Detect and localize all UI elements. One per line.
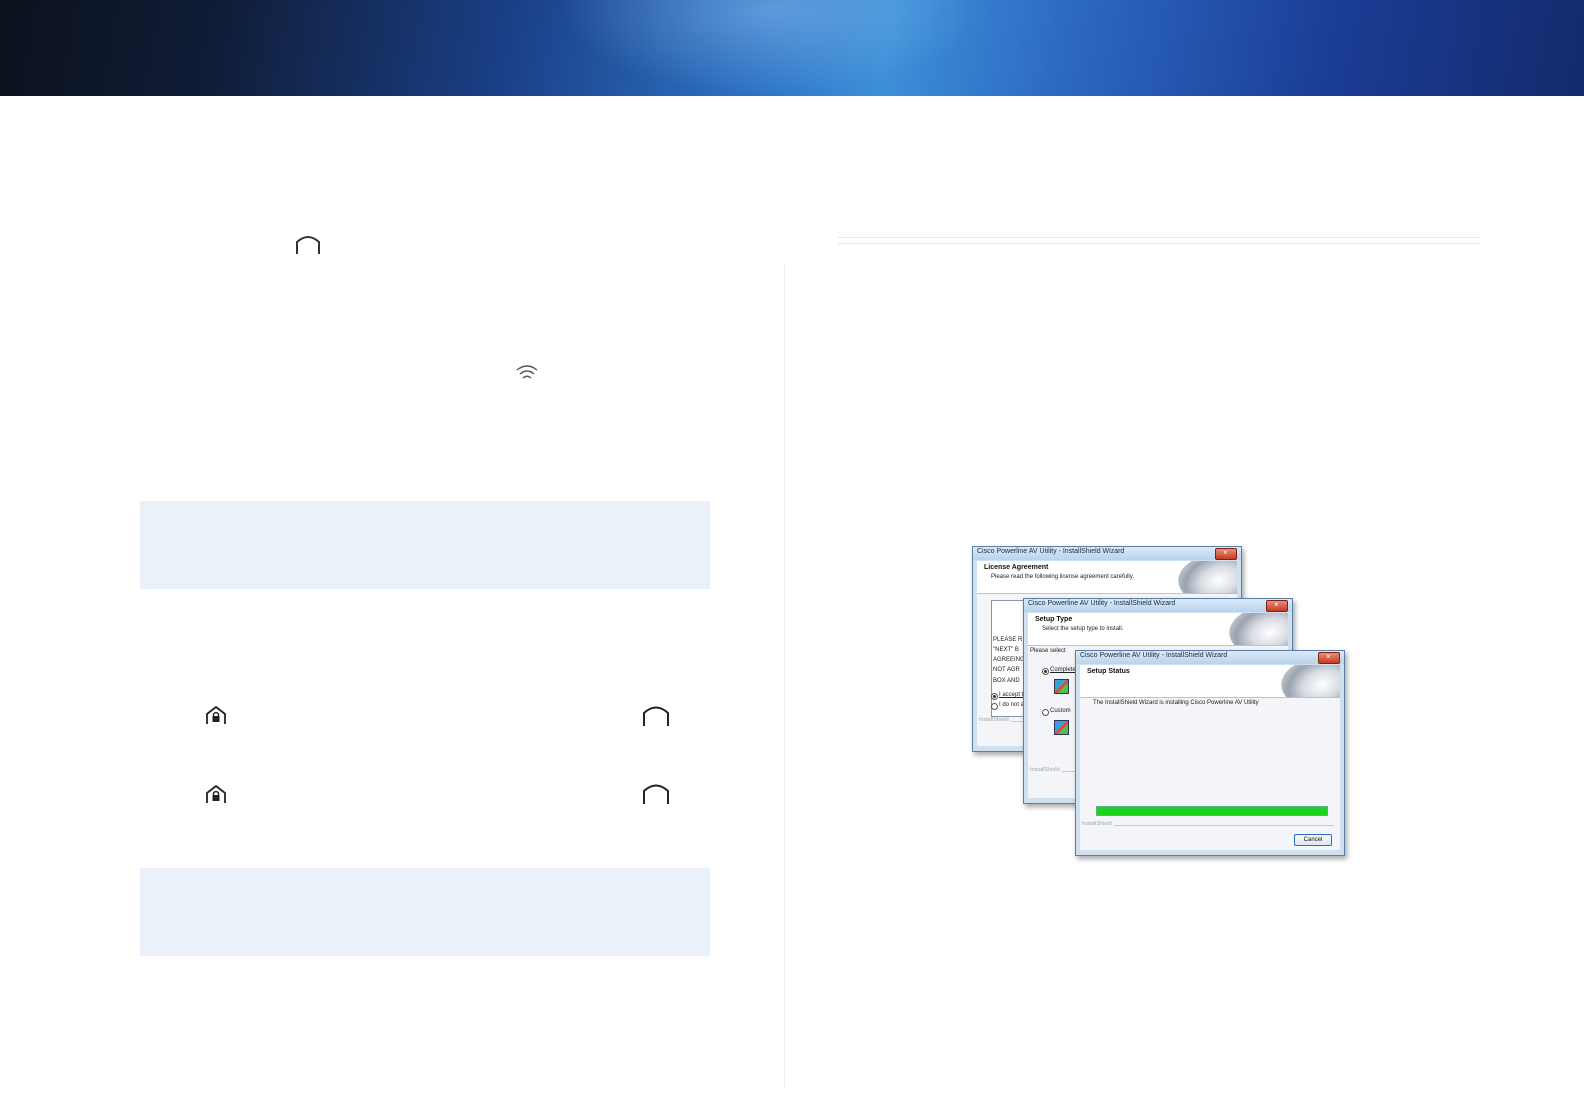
section-rule (838, 237, 1480, 238)
window-body: The InstallShield Wizard is installing C… (1080, 698, 1340, 850)
installshield-label: InstallShield (1082, 821, 1112, 827)
accept-label: I accept t (999, 692, 1024, 698)
status-message: The InstallShield Wizard is installing C… (1093, 700, 1259, 706)
banner-highlight (560, 0, 980, 96)
arch-icon (643, 706, 669, 726)
window-titlebar: Cisco Powerline AV Utility - InstallShie… (973, 547, 1241, 560)
note-box-2 (140, 868, 710, 956)
close-icon: × (1223, 548, 1228, 557)
setup-status-window: Cisco Powerline AV Utility - InstallShie… (1075, 650, 1345, 856)
setup-prompt: Please select (1030, 648, 1066, 654)
progress-bar (1096, 806, 1328, 816)
complete-radio[interactable] (1042, 668, 1049, 675)
license-line: AGREEING (993, 657, 1025, 663)
window-titlebar: Cisco Powerline AV Utility - InstallShie… (1076, 651, 1344, 664)
decline-label: I do not a (999, 702, 1025, 708)
lock-home-icon (206, 784, 226, 803)
window-header: Setup Status (1080, 665, 1340, 698)
window-heading: Setup Type (1035, 616, 1073, 623)
wizard-art (1275, 665, 1340, 697)
window-heading: Setup Status (1087, 668, 1130, 675)
lock-home-icon (206, 705, 226, 724)
window-title: Cisco Powerline AV Utility - InstallShie… (1080, 652, 1228, 659)
close-icon: × (1326, 652, 1331, 661)
custom-radio[interactable] (1042, 709, 1049, 716)
window-subheading: Select the setup type to install. (1042, 626, 1124, 632)
installshield-label: InstallShield (979, 717, 1009, 723)
window-title: Cisco Powerline AV Utility - InstallShie… (977, 548, 1125, 555)
wifi-icon (516, 365, 538, 379)
close-button[interactable]: × (1266, 600, 1288, 612)
accept-radio[interactable] (991, 693, 998, 700)
close-icon: × (1274, 600, 1279, 609)
wizard-art (1223, 613, 1288, 645)
window-header: Setup Type Select the setup type to inst… (1028, 613, 1288, 646)
cancel-button[interactable]: Cancel (1294, 834, 1332, 846)
close-button[interactable]: × (1215, 548, 1237, 560)
arch-icon (643, 784, 669, 804)
window-title: Cisco Powerline AV Utility - InstallShie… (1028, 600, 1176, 607)
wizard-art (1172, 561, 1237, 593)
window-titlebar: Cisco Powerline AV Utility - InstallShie… (1024, 599, 1292, 612)
note-box-1 (140, 501, 710, 589)
decline-radio[interactable] (991, 703, 998, 710)
license-line: "NEXT" B (993, 647, 1019, 653)
custom-label: Custom (1050, 708, 1071, 714)
close-button[interactable]: × (1318, 652, 1340, 664)
window-header: License Agreement Please read the follow… (977, 561, 1237, 594)
installshield-label: InstallShield (1030, 767, 1060, 773)
footer-rule (1114, 825, 1334, 826)
window-heading: License Agreement (984, 564, 1049, 571)
license-line: PLEASE R (993, 637, 1023, 643)
license-line: NOT AGR (993, 667, 1020, 673)
column-divider (784, 265, 785, 1088)
section-rule (838, 243, 1480, 244)
arch-icon (296, 236, 320, 254)
license-line: BOX AND (993, 678, 1020, 684)
package-icon (1054, 720, 1069, 735)
package-icon (1054, 679, 1069, 694)
window-subheading: Please read the following license agreem… (991, 574, 1134, 580)
complete-label: Complete (1050, 667, 1076, 673)
header-banner (0, 0, 1584, 96)
